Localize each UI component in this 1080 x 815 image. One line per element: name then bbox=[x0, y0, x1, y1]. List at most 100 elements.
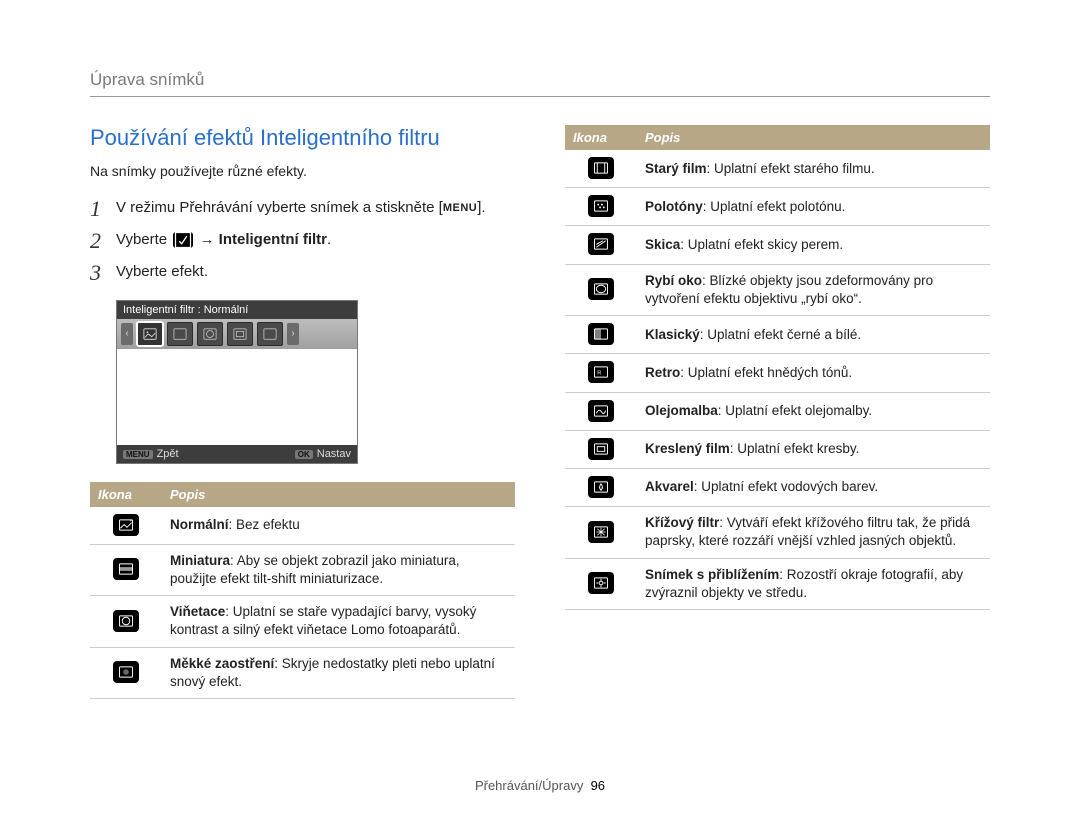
effect-desc-cell: Retro: Uplatní efekt hnědých tónů. bbox=[637, 354, 990, 392]
screen-back: MENUZpět bbox=[123, 448, 179, 460]
effect-desc-cell: Skica: Uplatní efekt skicy perem. bbox=[637, 226, 990, 264]
effect-desc: : Uplatní efekt skicy perem. bbox=[680, 237, 843, 252]
table-row: Snímek s přiblížením: Rozostří okraje fo… bbox=[565, 558, 990, 609]
effect-desc-cell: Normální: Bez efektu bbox=[162, 507, 515, 545]
effect-name: Křížový filtr bbox=[645, 515, 719, 530]
effect-icon-cell bbox=[565, 316, 637, 354]
screen-footer: MENUZpět OKNastav bbox=[117, 445, 357, 463]
table-row: + Normální: Bez efektu bbox=[90, 507, 515, 545]
th-icon: Ikona bbox=[565, 125, 637, 150]
effects-table-right: Ikona Popis Starý film: Uplatní efekt st… bbox=[565, 125, 990, 610]
table-row: Akvarel: Uplatní efekt vodových barev. bbox=[565, 468, 990, 506]
effect-desc: : Bez efektu bbox=[229, 517, 300, 532]
effect-icon-cell bbox=[565, 264, 637, 315]
effect-name: Kreslený film bbox=[645, 441, 730, 456]
svg-text:+: + bbox=[130, 519, 132, 523]
camera-screen-mock: Inteligentní filtr : Normální ‹ › MENUZp… bbox=[116, 300, 358, 464]
fisheye-icon bbox=[588, 278, 614, 300]
step-2: 2 Vyberte → Inteligentní filtr. bbox=[90, 229, 515, 253]
effect-icon-cell bbox=[565, 226, 637, 264]
table-row: Skica: Uplatní efekt skicy perem. bbox=[565, 226, 990, 264]
table-row: Viňetace: Uplatní se staře vypadající ba… bbox=[90, 596, 515, 647]
screen-ok: OKNastav bbox=[295, 448, 351, 460]
halftone-icon bbox=[588, 195, 614, 217]
filter-thumb bbox=[257, 322, 283, 346]
cartoon-icon bbox=[588, 438, 614, 460]
filter-thumb bbox=[167, 322, 193, 346]
steps-list: 1 V režimu Přehrávání vyberte snímek a s… bbox=[90, 197, 515, 286]
effect-desc-cell: Starý film: Uplatní efekt starého filmu. bbox=[637, 150, 990, 188]
table-row: Křížový filtr: Vytváří efekt křížového f… bbox=[565, 507, 990, 558]
effect-desc: : Uplatní efekt kresby. bbox=[730, 441, 860, 456]
right-column: Ikona Popis Starý film: Uplatní efekt st… bbox=[565, 125, 990, 699]
step-text: Vyberte → Inteligentní filtr. bbox=[116, 229, 515, 252]
effect-icon-cell bbox=[565, 468, 637, 506]
page-footer: Přehrávání/Úpravy 96 bbox=[0, 778, 1080, 793]
th-desc: Popis bbox=[637, 125, 990, 150]
filter-thumb bbox=[197, 322, 223, 346]
effect-desc-cell: Snímek s přiblížením: Rozostří okraje fo… bbox=[637, 558, 990, 609]
page-header: Úprava snímků bbox=[90, 70, 990, 97]
th-desc: Popis bbox=[162, 482, 515, 507]
retro-icon: R bbox=[588, 361, 614, 383]
effect-name: Snímek s přiblížením bbox=[645, 567, 779, 582]
effect-desc-cell: Viňetace: Uplatní se staře vypadající ba… bbox=[162, 596, 515, 647]
step-1: 1 V režimu Přehrávání vyberte snímek a s… bbox=[90, 197, 515, 221]
section-title: Používání efektů Inteligentního filtru bbox=[90, 125, 515, 151]
effect-desc-cell: Miniatura: Aby se objekt zobrazil jako m… bbox=[162, 544, 515, 595]
effects-table-left: Ikona Popis +Normální: Bez efektuMiniatu… bbox=[90, 482, 515, 700]
effect-desc: : Uplatní efekt polotónu. bbox=[703, 199, 846, 214]
effect-desc-cell: Polotóny: Uplatní efekt polotónu. bbox=[637, 188, 990, 226]
svg-text:R: R bbox=[597, 371, 601, 377]
effect-icon-cell bbox=[565, 430, 637, 468]
step-number: 2 bbox=[90, 229, 116, 253]
table-row: R Retro: Uplatní efekt hnědých tónů. bbox=[565, 354, 990, 392]
effect-icon-cell: R bbox=[565, 354, 637, 392]
effect-icon-cell bbox=[565, 150, 637, 188]
effect-name: Polotóny bbox=[645, 199, 703, 214]
screen-title: Inteligentní filtr : Normální bbox=[117, 301, 357, 319]
sketch-icon bbox=[588, 233, 614, 255]
zoom-icon bbox=[588, 572, 614, 594]
table-row: Starý film: Uplatní efekt starého filmu. bbox=[565, 150, 990, 188]
table-row: Miniatura: Aby se objekt zobrazil jako m… bbox=[90, 544, 515, 595]
effect-desc: : Uplatní efekt hnědých tónů. bbox=[680, 365, 852, 380]
table-row: Polotóny: Uplatní efekt polotónu. bbox=[565, 188, 990, 226]
effect-desc-cell: Křížový filtr: Vytváří efekt křížového f… bbox=[637, 507, 990, 558]
effect-desc-cell: Klasický: Uplatní efekt černé a bílé. bbox=[637, 316, 990, 354]
effect-name: Skica bbox=[645, 237, 680, 252]
left-column: Používání efektů Inteligentního filtru N… bbox=[90, 125, 515, 699]
table-row: Rybí oko: Blízké objekty jsou zdeformová… bbox=[565, 264, 990, 315]
step-3: 3 Vyberte efekt. bbox=[90, 261, 515, 285]
step-number: 3 bbox=[90, 261, 116, 285]
effect-name: Olejomalba bbox=[645, 403, 718, 418]
effect-icon-cell bbox=[90, 544, 162, 595]
effect-icon-cell bbox=[565, 188, 637, 226]
effect-name: Normální bbox=[170, 517, 229, 532]
cross-icon bbox=[588, 521, 614, 543]
effect-desc-cell: Akvarel: Uplatní efekt vodových barev. bbox=[637, 468, 990, 506]
step-number: 1 bbox=[90, 197, 116, 221]
screen-preview-area bbox=[117, 349, 357, 445]
step-text: V režimu Přehrávání vyberte snímek a sti… bbox=[116, 197, 515, 220]
effect-icon-cell: + bbox=[90, 507, 162, 545]
filter-thumb bbox=[227, 322, 253, 346]
table-row: Měkké zaostření: Skryje nedostatky pleti… bbox=[90, 647, 515, 698]
mini-icon bbox=[113, 558, 139, 580]
edit-icon bbox=[173, 232, 193, 248]
vignette-icon bbox=[113, 610, 139, 632]
effect-icon-cell bbox=[565, 392, 637, 430]
effect-desc: : Uplatní efekt vodových barev. bbox=[694, 479, 878, 494]
strip-prev-icon: ‹ bbox=[121, 323, 133, 345]
soft-icon bbox=[113, 661, 139, 683]
effect-name: Viňetace bbox=[170, 604, 225, 619]
classic-icon bbox=[588, 323, 614, 345]
th-icon: Ikona bbox=[90, 482, 162, 507]
table-row: Kreslený film: Uplatní efekt kresby. bbox=[565, 430, 990, 468]
filter-strip: ‹ › bbox=[117, 319, 357, 349]
effect-name: Akvarel bbox=[645, 479, 694, 494]
effect-desc-cell: Olejomalba: Uplatní efekt olejomalby. bbox=[637, 392, 990, 430]
effect-desc: : Uplatní efekt černé a bílé. bbox=[700, 327, 861, 342]
menu-button-label: MENU bbox=[443, 200, 477, 217]
oil-icon bbox=[588, 400, 614, 422]
